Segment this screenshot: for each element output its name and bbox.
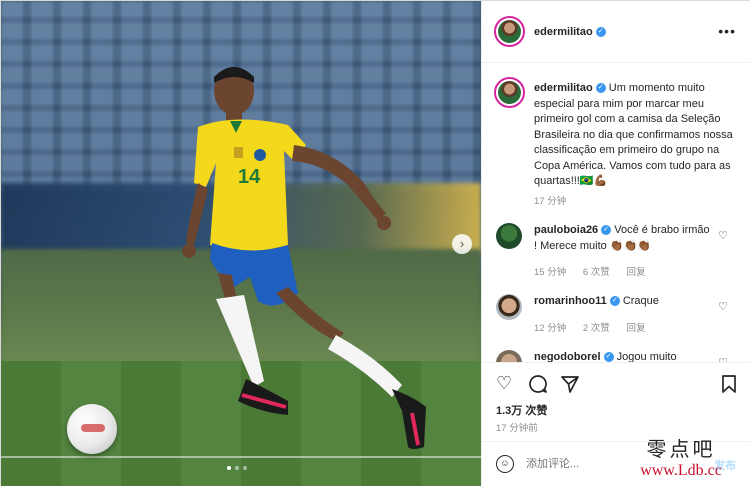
comment-reply-button[interactable]: 回复 (626, 323, 645, 334)
heart-icon[interactable]: ♡ (496, 373, 512, 394)
comment-username[interactable]: romarinhoo11 (534, 295, 607, 307)
more-options-button[interactable]: ••• (718, 23, 736, 39)
comment-username[interactable]: negodoborel (534, 351, 601, 362)
verified-badge-icon: ✓ (595, 83, 606, 94)
comment-input[interactable] (526, 452, 686, 476)
comment-item: negodoborel ✓ Jogou muito (534, 350, 714, 363)
carousel-dot (235, 466, 239, 470)
share-icon[interactable] (560, 374, 580, 399)
comment-meta: 12 分钟 2 次赞 回复 (534, 320, 659, 334)
comment-like-heart-icon[interactable]: ♡ (718, 300, 728, 313)
post-header: edermilitao ✓ ••• (482, 1, 750, 63)
comment-like-heart-icon[interactable]: ♡ (718, 229, 728, 242)
commenter-avatar[interactable] (496, 350, 522, 362)
comment-meta: 15 分钟 6 次赞 回复 (534, 264, 659, 278)
comment-like-heart-icon[interactable]: ♡ (718, 356, 728, 362)
comment-text: Jogou muito (616, 351, 677, 363)
author-username-text[interactable]: edermilitao (534, 26, 593, 38)
caption-username[interactable]: edermilitao (534, 82, 593, 94)
avatar-image (498, 20, 521, 43)
comment-time[interactable]: 15 分钟 (534, 267, 566, 278)
instagram-post-modal: 14 › edermilitao ✓ ••• edermilitao ✓ Um … (0, 0, 750, 486)
post-timestamp[interactable]: 17 分钟前 (496, 420, 538, 434)
carousel-dot (243, 466, 247, 470)
author-username-header[interactable]: edermilitao ✓ (534, 26, 606, 38)
emoji-icon[interactable]: ☺ (496, 455, 514, 473)
comment-username[interactable]: pauloboia26 (534, 224, 598, 236)
comments-scroll[interactable]: edermilitao ✓ Um momento muito especial p… (482, 63, 750, 363)
post-photo: 14 › (1, 1, 481, 486)
post-comment-button[interactable]: 发布 (714, 457, 736, 473)
comment-composer: ☺ 发布 (482, 441, 750, 486)
comment-time[interactable]: 12 分钟 (534, 323, 566, 334)
verified-badge-icon: ✓ (603, 352, 614, 362)
commenter-avatar[interactable] (496, 223, 522, 249)
caption-author-avatar[interactable] (494, 77, 525, 108)
caption-text: Um momento muito especial para mim por m… (534, 82, 733, 187)
carousel-dot (227, 466, 231, 470)
comment-item: romarinhoo11 ✓ Craque (534, 294, 714, 310)
comment-icon[interactable] (528, 374, 548, 399)
post-side-panel: edermilitao ✓ ••• edermilitao ✓ Um momento… (481, 1, 750, 486)
verified-badge-icon: ✓ (595, 27, 606, 38)
comment-reply-button[interactable]: 回复 (626, 267, 645, 278)
verified-badge-icon: ✓ (609, 296, 620, 307)
comment-item: pauloboia26 ✓ Você é brabo irmão ! Merece… (534, 223, 714, 254)
carousel-dots (227, 466, 247, 470)
post-action-bar: ♡ (482, 373, 750, 399)
bookmark-icon[interactable] (720, 374, 738, 399)
football-player: 14 (182, 67, 426, 449)
avatar-image (498, 81, 521, 104)
next-photo-button[interactable]: › (452, 234, 472, 254)
verified-badge-icon: ✓ (601, 225, 612, 236)
commenter-avatar[interactable] (496, 294, 522, 320)
post-caption: edermilitao ✓ Um momento muito especial p… (534, 81, 734, 190)
caption-meta: 17 分钟 (534, 193, 580, 207)
comment-text: Craque (622, 295, 659, 307)
caption-time[interactable]: 17 分钟 (534, 196, 566, 207)
author-avatar[interactable] (494, 16, 525, 47)
svg-text:14: 14 (238, 166, 261, 188)
comment-likes[interactable]: 6 次赞 (583, 267, 610, 278)
comment-likes[interactable]: 2 次赞 (583, 323, 610, 334)
like-count[interactable]: 1.3万 次赞 (496, 402, 547, 418)
football-ball (67, 404, 117, 454)
